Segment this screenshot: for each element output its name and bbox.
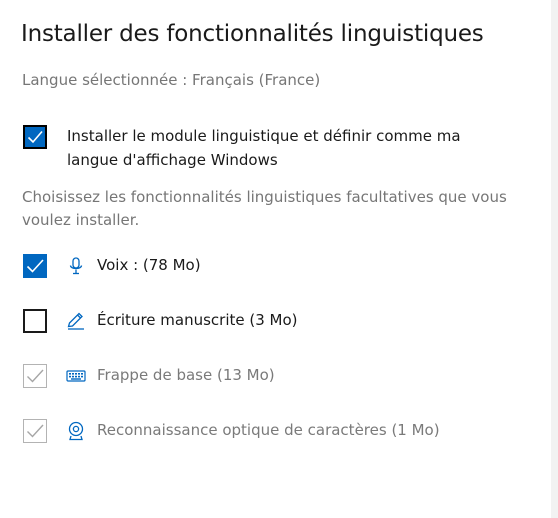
camera-icon	[66, 421, 86, 441]
install-language-pack-checkbox[interactable]	[23, 125, 47, 149]
ocr-checkbox	[23, 419, 47, 443]
window-edge	[551, 0, 558, 518]
page-title: Installer des fonctionnalités linguistiq…	[21, 21, 484, 47]
pen-icon	[66, 311, 86, 331]
feature-row-voice: Voix : (78 Mo)	[0, 252, 551, 280]
install-language-pack-label[interactable]: Installer le module linguistique et défi…	[67, 124, 507, 172]
checkmark-icon	[27, 369, 44, 383]
voice-checkbox[interactable]	[23, 254, 47, 278]
ocr-label: Reconnaissance optique de caractères (1 …	[97, 421, 440, 439]
checkmark-icon	[27, 130, 43, 144]
microphone-icon	[66, 256, 86, 276]
keyboard-icon	[66, 366, 86, 386]
checkmark-icon	[26, 259, 44, 273]
handwriting-checkbox[interactable]	[23, 309, 47, 333]
basic-typing-checkbox	[23, 364, 47, 388]
checkmark-icon	[27, 424, 44, 438]
voice-label[interactable]: Voix : (78 Mo)	[97, 256, 201, 274]
optional-features-prompt: Choisissez les fonctionnalités linguisti…	[22, 188, 507, 229]
selected-language-text: Langue sélectionnée : Français (France)	[22, 71, 321, 89]
feature-row-basic-typing: Frappe de base (13 Mo)	[0, 362, 551, 390]
handwriting-label[interactable]: Écriture manuscrite (3 Mo)	[97, 311, 298, 329]
basic-typing-label: Frappe de base (13 Mo)	[97, 366, 275, 384]
feature-row-ocr: Reconnaissance optique de caractères (1 …	[0, 417, 551, 445]
feature-row-handwriting: Écriture manuscrite (3 Mo)	[0, 307, 551, 335]
language-features-panel: Installer des fonctionnalités linguistiq…	[0, 0, 551, 518]
